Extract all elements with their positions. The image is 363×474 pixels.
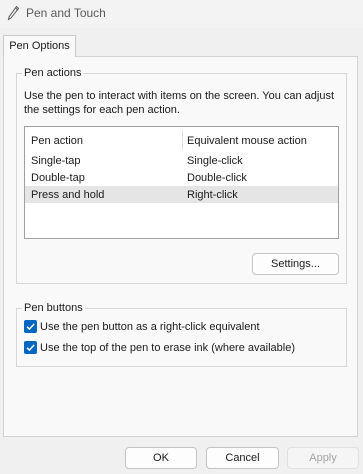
- checkmark-icon: [26, 344, 35, 352]
- apply-button[interactable]: Apply: [287, 447, 359, 469]
- erase-ink-checkbox[interactable]: [24, 341, 37, 354]
- right-click-checkbox[interactable]: [24, 320, 37, 333]
- settings-button[interactable]: Settings...: [252, 253, 339, 275]
- row-equivalent: Double-click: [187, 172, 247, 184]
- row-action: Single-tap: [31, 155, 81, 167]
- checkmark-icon: [26, 323, 35, 331]
- list-item[interactable]: Single-tap Single-click: [25, 152, 338, 169]
- ok-button[interactable]: OK: [125, 447, 197, 469]
- window-title: Pen and Touch: [26, 6, 106, 20]
- title-bar: Pen and Touch: [0, 0, 363, 28]
- tab-label: Pen Options: [9, 40, 70, 52]
- list-item-selected[interactable]: Press and hold Right-click: [25, 186, 338, 203]
- row-equivalent: Single-click: [187, 155, 243, 167]
- row-equivalent: Right-click: [187, 189, 238, 201]
- pen-buttons-legend: Pen buttons: [22, 302, 85, 315]
- tab-pen-options[interactable]: Pen Options: [3, 35, 76, 57]
- pen-icon: [7, 5, 20, 21]
- pen-actions-description: Use the pen to interact with items on th…: [24, 90, 335, 102]
- pen-buttons-group: [16, 308, 347, 367]
- row-action: Double-tap: [31, 172, 85, 184]
- right-click-label: Use the pen button as a right-click equi…: [40, 321, 260, 333]
- column-divider[interactable]: [182, 130, 183, 150]
- list-item[interactable]: Double-tap Double-click: [25, 169, 338, 186]
- row-action: Press and hold: [31, 189, 105, 201]
- pen-actions-description-2: the settings for each pen action.: [24, 104, 180, 116]
- column-header-pen-action[interactable]: Pen action: [31, 134, 83, 148]
- pen-action-list[interactable]: Pen action Equivalent mouse action Singl…: [24, 126, 339, 239]
- column-header-equivalent[interactable]: Equivalent mouse action: [187, 134, 307, 148]
- erase-ink-label: Use the top of the pen to erase ink (whe…: [40, 342, 295, 354]
- cancel-button[interactable]: Cancel: [206, 447, 279, 469]
- pen-actions-legend: Pen actions: [22, 67, 84, 80]
